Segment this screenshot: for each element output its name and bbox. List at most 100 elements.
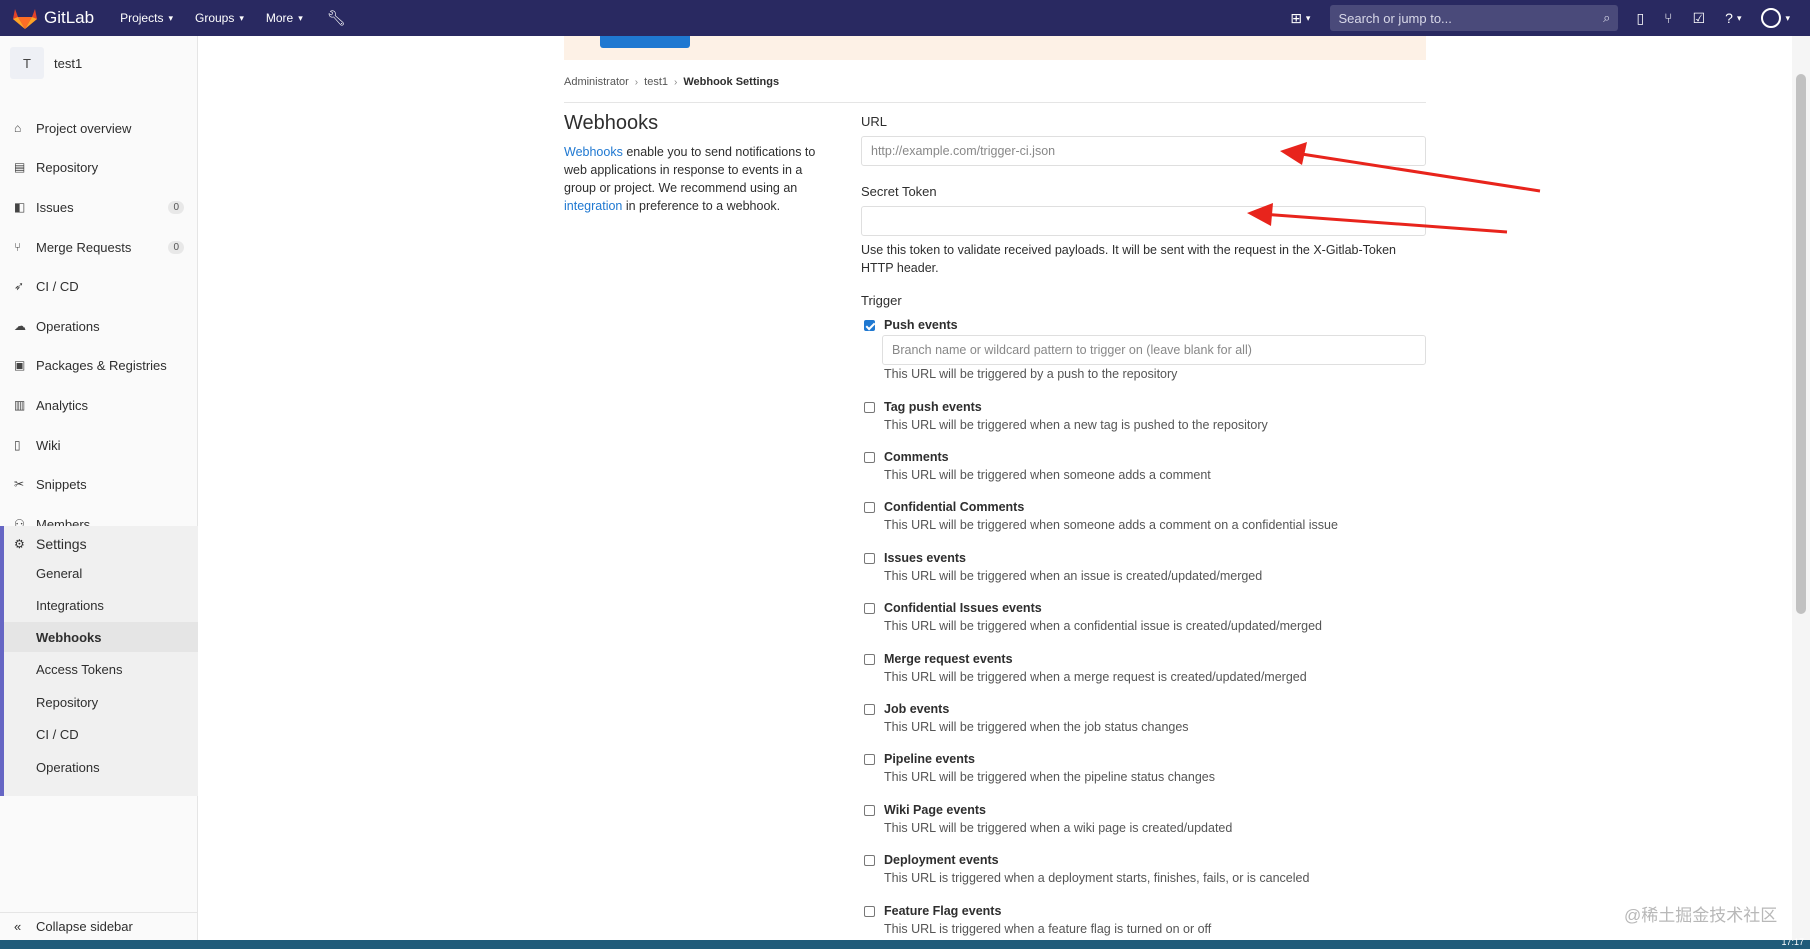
- job-events-label: Job events: [884, 702, 950, 716]
- watermark: @稀土掘金技术社区: [1624, 906, 1778, 925]
- home-icon: ⌂: [14, 121, 22, 135]
- issues-shortcut[interactable]: ▯: [1636, 10, 1644, 27]
- comments-checkbox[interactable]: [864, 452, 875, 463]
- alert-action-button[interactable]: [600, 36, 690, 48]
- double-chevron-left-icon: «: [14, 919, 22, 934]
- menu-more-label: More: [265, 11, 294, 25]
- sidebar-item-label: Snippets: [36, 476, 87, 492]
- new-dropdown[interactable]: ⊞ ▾: [1290, 10, 1310, 27]
- sidebar-item-packages[interactable]: ▣ Packages & Registries: [0, 347, 198, 383]
- sidebar-item-issues[interactable]: ◧ Issues 0: [0, 189, 198, 225]
- settings-sub-webhooks[interactable]: Webhooks: [4, 622, 198, 652]
- settings-sub-ci-cd[interactable]: CI / CD: [4, 719, 198, 749]
- sidebar-item-label: Repository: [36, 159, 99, 175]
- help-icon: ?: [1725, 10, 1733, 26]
- sidebar-item-settings[interactable]: ⚙ Settings: [4, 526, 198, 562]
- page-scrollbar[interactable]: [1792, 36, 1810, 940]
- settings-sub-access-tokens[interactable]: Access Tokens: [4, 654, 198, 684]
- os-taskbar: 17:17: [0, 937, 1810, 949]
- breadcrumb: Administrator › test1 › Webhook Settings: [564, 76, 785, 88]
- feature-flag-events-checkbox[interactable]: [864, 906, 875, 917]
- help-dropdown[interactable]: ? ▾: [1725, 10, 1741, 26]
- confidential-comments-checkbox[interactable]: [864, 502, 875, 513]
- admin-wrench-icon[interactable]: 🔧︎: [327, 9, 346, 27]
- sidebar-item-repository[interactable]: ▤ Repository: [0, 149, 198, 185]
- sidebar-item-label: Settings: [36, 536, 87, 552]
- secret-token-label: Secret Token: [861, 184, 937, 199]
- project-header[interactable]: T test1: [0, 36, 197, 90]
- search-input[interactable]: Search or jump to... ⌕: [1330, 5, 1619, 31]
- settings-sub-general[interactable]: General: [4, 558, 198, 588]
- job-events-help: This URL will be triggered when the job …: [884, 720, 1189, 734]
- push-events-checkbox[interactable]: [864, 320, 875, 331]
- settings-sub-repository[interactable]: Repository: [4, 687, 198, 717]
- comments-help: This URL will be triggered when someone …: [884, 468, 1211, 482]
- doc-icon: ▤: [14, 160, 26, 174]
- webhooks-docs-link[interactable]: Webhooks: [564, 145, 623, 159]
- settings-sub-label: CI / CD: [36, 726, 79, 742]
- top-navbar: GitLab Projects ▾ Groups ▾ More ▾ 🔧︎ ⊞ ▾ Sea…: [0, 0, 1810, 36]
- issues-icon: ▯: [1636, 9, 1645, 26]
- merge-request-events-checkbox[interactable]: [864, 654, 875, 665]
- sidebar-item-ci-cd[interactable]: ➶ CI / CD: [0, 268, 198, 304]
- confidential-comments-help: This URL will be triggered when someone …: [884, 518, 1338, 532]
- merge-icon: ⑂: [14, 240, 22, 254]
- menu-projects[interactable]: Projects ▾: [120, 11, 173, 25]
- chevron-down-icon: ▾: [1305, 12, 1311, 23]
- menu-groups[interactable]: Groups ▾: [195, 11, 244, 25]
- sidebar-item-operations[interactable]: ☁ Operations: [0, 308, 198, 344]
- collapse-sidebar-button[interactable]: « Collapse sidebar: [0, 912, 198, 940]
- issues-events-checkbox[interactable]: [864, 553, 875, 564]
- user-menu[interactable]: ▾: [1761, 8, 1790, 28]
- sidebar-item-merge-requests[interactable]: ⑂ Merge Requests 0: [0, 229, 198, 265]
- pipeline-events-checkbox[interactable]: [864, 754, 875, 765]
- package-icon: ▣: [14, 358, 26, 372]
- merge-requests-shortcut[interactable]: ⑂: [1664, 10, 1672, 26]
- issues-events-label: Issues events: [884, 551, 966, 565]
- comments-label: Comments: [884, 450, 949, 464]
- tag-push-events-help: This URL will be triggered when a new ta…: [884, 418, 1268, 432]
- chevron-down-icon: ▾: [1736, 12, 1742, 23]
- rocket-icon: ➶: [14, 279, 25, 293]
- secret-token-input[interactable]: [861, 206, 1426, 236]
- scissors-icon: ✂: [14, 477, 25, 491]
- job-events-checkbox[interactable]: [864, 704, 875, 715]
- brand-name: GitLab: [44, 8, 95, 27]
- chevron-down-icon: ▾: [239, 12, 244, 23]
- confidential-issues-events-help: This URL will be triggered when a confid…: [884, 619, 1322, 633]
- wiki-page-events-checkbox[interactable]: [864, 805, 875, 816]
- sidebar-item-label: Packages & Registries: [36, 357, 167, 373]
- sidebar-item-wiki[interactable]: ▯ Wiki: [0, 427, 198, 463]
- settings-sub-label: Integrations: [36, 597, 104, 613]
- breadcrumb-current[interactable]: Webhook Settings: [683, 76, 779, 88]
- merge-count-badge: 0: [168, 240, 184, 254]
- sidebar-item-project-overview[interactable]: ⌂ Project overview: [0, 110, 198, 146]
- url-input[interactable]: http://example.com/trigger-ci.json: [861, 136, 1426, 166]
- settings-sub-integrations[interactable]: Integrations: [4, 590, 198, 620]
- chevron-down-icon: ▾: [298, 12, 303, 23]
- tag-push-events-checkbox[interactable]: [864, 402, 875, 413]
- branch-filter-placeholder: Branch name or wildcard pattern to trigg…: [892, 343, 1252, 357]
- breadcrumb-item[interactable]: test1: [644, 76, 668, 88]
- gitlab-logo[interactable]: GitLab: [12, 0, 94, 36]
- scrollbar-thumb[interactable]: [1796, 74, 1806, 614]
- plus-square-icon: ⊞: [1290, 9, 1302, 26]
- menu-more[interactable]: More ▾: [266, 11, 303, 25]
- settings-sub-label: Access Tokens: [36, 661, 123, 677]
- deployment-events-checkbox[interactable]: [864, 855, 875, 866]
- settings-sub-operations[interactable]: Operations: [4, 752, 198, 782]
- settings-sub-label: Repository: [36, 694, 99, 710]
- sidebar-item-snippets[interactable]: ✂ Snippets: [0, 466, 198, 502]
- sidebar-item-label: Wiki: [36, 437, 61, 453]
- todos-shortcut[interactable]: ☑: [1693, 10, 1706, 27]
- taskbar-clock: 17:17: [1781, 937, 1804, 947]
- settings-sub-label: Webhooks: [36, 629, 102, 645]
- sidebar-item-label: Issues: [36, 199, 74, 215]
- wiki-page-events-help: This URL will be triggered when a wiki p…: [884, 821, 1233, 835]
- confidential-issues-events-checkbox[interactable]: [864, 603, 875, 614]
- merge-request-events-label: Merge request events: [884, 652, 1013, 666]
- integration-link[interactable]: integration: [564, 199, 622, 213]
- branch-filter-input[interactable]: Branch name or wildcard pattern to trigg…: [882, 335, 1426, 365]
- breadcrumb-item[interactable]: Administrator: [564, 76, 629, 88]
- sidebar-item-analytics[interactable]: ▥ Analytics: [0, 387, 198, 423]
